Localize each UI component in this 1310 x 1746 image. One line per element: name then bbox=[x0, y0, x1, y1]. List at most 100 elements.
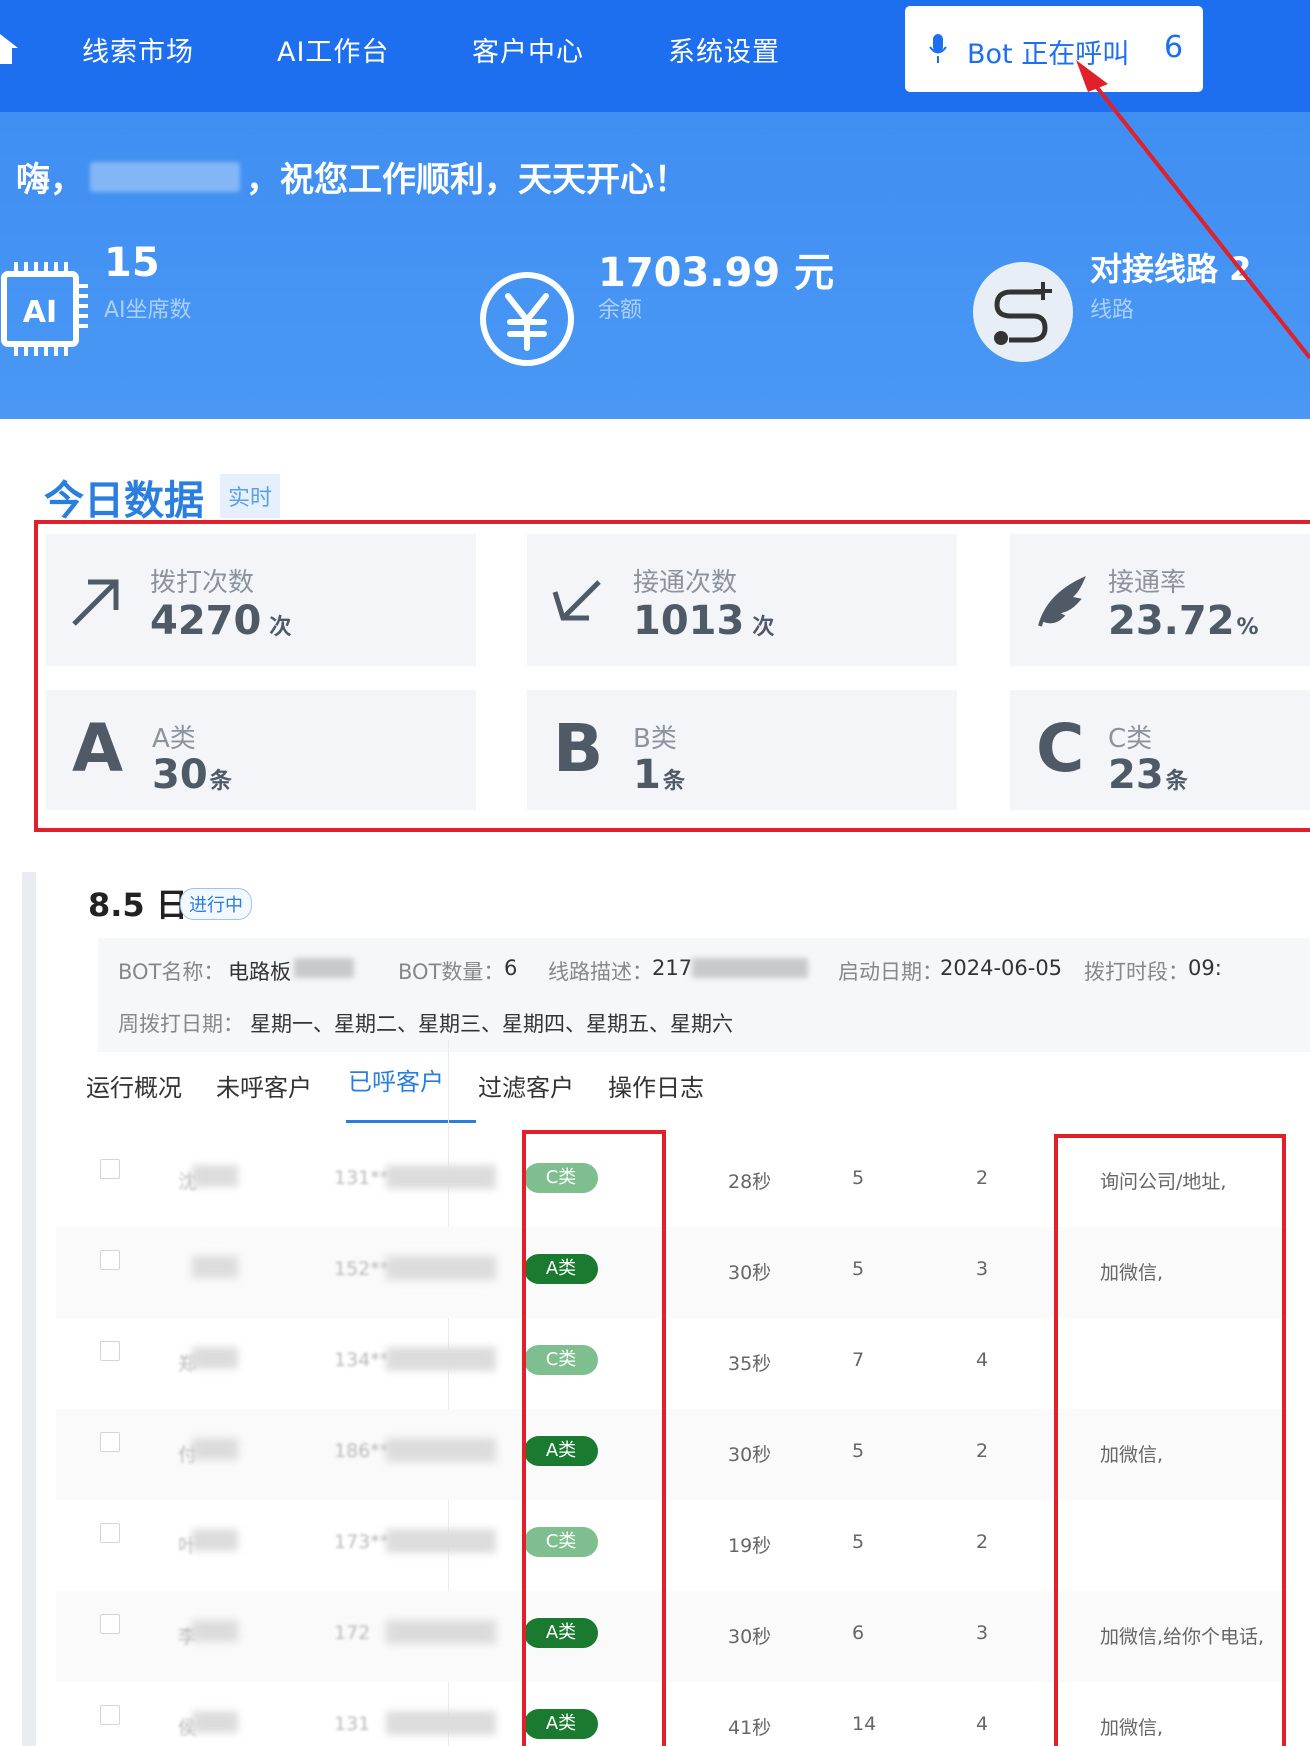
route-count: 对接线路 2 bbox=[1090, 250, 1252, 288]
greeting-text: 嗨， ，祝您工作顺利，天天开心！ bbox=[16, 152, 688, 201]
call-duration: 19秒 bbox=[728, 1535, 772, 1557]
row-checkbox[interactable] bbox=[100, 1432, 120, 1452]
task-info-box: BOT名称： 电路板 BOT数量： 6 线路描述： 217 启动日期： 2024… bbox=[98, 938, 1310, 1052]
task-date: 8.5 日 bbox=[88, 886, 188, 924]
call-duration: 35秒 bbox=[728, 1353, 772, 1375]
call-duration: 30秒 bbox=[728, 1626, 772, 1648]
call-count: 4 bbox=[976, 1713, 989, 1735]
dialog-rounds: 5 bbox=[852, 1531, 865, 1553]
bot-name-key: BOT名称： bbox=[118, 960, 225, 984]
weekdays-value: 星期一、星期二、星期三、星期四、星期五、星期六 bbox=[250, 1012, 733, 1036]
bot-name-value: 电路板 bbox=[228, 960, 291, 984]
tab-overview[interactable]: 运行概况 bbox=[86, 1068, 182, 1103]
tab-uncalled-customers[interactable]: 未呼客户 bbox=[216, 1068, 312, 1103]
class-letter: A bbox=[72, 710, 124, 787]
row-checkbox[interactable] bbox=[100, 1614, 120, 1634]
dialog-rounds: 5 bbox=[852, 1440, 865, 1462]
stat-card-value: 4270 次 bbox=[150, 598, 292, 644]
stat-card-dial-count: 拨打次数 4270 次 bbox=[46, 534, 476, 666]
bot-status-label: Bot 正在呼叫 bbox=[967, 39, 1130, 70]
stat-card-value: 1条 bbox=[633, 752, 685, 798]
phone-redaction bbox=[386, 1165, 496, 1189]
welcome-banner: 嗨， ，祝您工作顺利，天天开心！ AI 15 AI坐席数 1703.99 元 余… bbox=[0, 112, 1310, 419]
ai-chip-icon: AI bbox=[1, 262, 88, 356]
today-data-title: 今日数据 bbox=[44, 478, 204, 524]
microphone-icon bbox=[929, 34, 947, 63]
stat-card-label: B类 bbox=[633, 724, 677, 754]
status-badge: 进行中 bbox=[180, 888, 252, 920]
tab-called-customers[interactable]: 已呼客户 bbox=[348, 1062, 444, 1097]
annotation-box-class-column bbox=[522, 1130, 666, 1746]
stat-card-value: 23.72% bbox=[1108, 598, 1259, 644]
customer-phone: 173** bbox=[334, 1531, 390, 1553]
stat-card-class-b: B B类 1条 bbox=[527, 690, 957, 810]
line-desc-value: 217 bbox=[652, 956, 693, 980]
annotation-box-notes-column bbox=[1054, 1134, 1286, 1746]
arrow-down-left-icon bbox=[552, 580, 601, 621]
yen-icon bbox=[480, 272, 574, 366]
stat-card-label: 接通率 bbox=[1108, 568, 1187, 598]
dial-period-value: 09: bbox=[1188, 956, 1222, 980]
row-checkbox[interactable] bbox=[100, 1159, 120, 1179]
name-redaction bbox=[192, 1529, 238, 1551]
call-count: 3 bbox=[976, 1622, 989, 1644]
dialog-rounds: 5 bbox=[852, 1258, 865, 1280]
dialog-rounds: 14 bbox=[852, 1713, 877, 1735]
dial-period-key: 拨打时段： bbox=[1084, 960, 1189, 984]
stat-card-class-c: C C类 23条 bbox=[1010, 690, 1310, 810]
tab-operation-log[interactable]: 操作日志 bbox=[608, 1068, 704, 1103]
nav-item-system-settings[interactable]: 系统设置 bbox=[668, 30, 780, 69]
class-letter: B bbox=[553, 710, 604, 787]
route-label: 线路 bbox=[1090, 298, 1135, 323]
ai-seat-count: 15 bbox=[104, 240, 160, 286]
dialog-rounds: 5 bbox=[852, 1167, 865, 1189]
tab-filtered-customers[interactable]: 过滤客户 bbox=[478, 1068, 574, 1103]
class-letter: C bbox=[1036, 710, 1085, 787]
name-redaction bbox=[192, 1620, 238, 1642]
line-desc-key: 线路描述： bbox=[548, 960, 653, 984]
redacted-text bbox=[294, 958, 354, 978]
stat-card-label: 接通次数 bbox=[633, 568, 738, 598]
ai-seat-label: AI坐席数 bbox=[104, 298, 192, 323]
home-icon[interactable] bbox=[0, 30, 20, 66]
username-redacted bbox=[90, 161, 240, 192]
name-redaction bbox=[192, 1347, 238, 1369]
customer-phone: 172 bbox=[334, 1622, 371, 1644]
phone-redaction bbox=[386, 1347, 496, 1371]
top-navigation: 线索市场 AI工作台 客户中心 系统设置 Bot 正在呼叫 6 bbox=[0, 0, 1310, 112]
phone-redaction bbox=[386, 1256, 496, 1280]
start-date-key: 启动日期： bbox=[838, 960, 943, 984]
nav-item-ai-workbench[interactable]: AI工作台 bbox=[277, 30, 389, 69]
stat-card-class-a: A A类 30条 bbox=[46, 690, 476, 810]
row-checkbox[interactable] bbox=[100, 1705, 120, 1725]
stat-card-label: A类 bbox=[152, 724, 196, 754]
balance-label: 余额 bbox=[598, 298, 643, 323]
bot-status-count: 6 bbox=[1164, 30, 1184, 65]
customer-phone: 134** bbox=[334, 1349, 390, 1371]
nav-item-leads-market[interactable]: 线索市场 bbox=[82, 30, 194, 69]
call-duration: 30秒 bbox=[728, 1262, 772, 1284]
stat-card-value: 30条 bbox=[152, 752, 232, 798]
bot-calling-status-button[interactable]: Bot 正在呼叫 6 bbox=[905, 6, 1203, 92]
stat-card-label: C类 bbox=[1108, 724, 1153, 754]
call-duration: 41秒 bbox=[728, 1717, 772, 1739]
name-redaction bbox=[192, 1711, 238, 1733]
start-date-value: 2024-06-05 bbox=[940, 956, 1063, 980]
row-checkbox[interactable] bbox=[100, 1523, 120, 1543]
row-checkbox[interactable] bbox=[100, 1341, 120, 1361]
stat-card-value: 23条 bbox=[1108, 752, 1188, 798]
stat-card-connect-rate: 接通率 23.72% bbox=[1010, 534, 1310, 666]
phone-redaction bbox=[386, 1711, 496, 1735]
phone-redaction bbox=[386, 1529, 496, 1553]
call-duration: 28秒 bbox=[728, 1171, 772, 1193]
arrow-up-right-icon bbox=[72, 579, 119, 626]
redacted-text bbox=[692, 958, 808, 978]
row-checkbox[interactable] bbox=[100, 1250, 120, 1270]
nav-item-customer-center[interactable]: 客户中心 bbox=[472, 30, 584, 69]
phone-redaction bbox=[386, 1620, 496, 1644]
call-count: 2 bbox=[976, 1167, 989, 1189]
dialog-rounds: 6 bbox=[852, 1622, 865, 1644]
route-icon bbox=[973, 262, 1073, 362]
dialog-rounds: 7 bbox=[852, 1349, 865, 1371]
call-count: 2 bbox=[976, 1440, 989, 1462]
